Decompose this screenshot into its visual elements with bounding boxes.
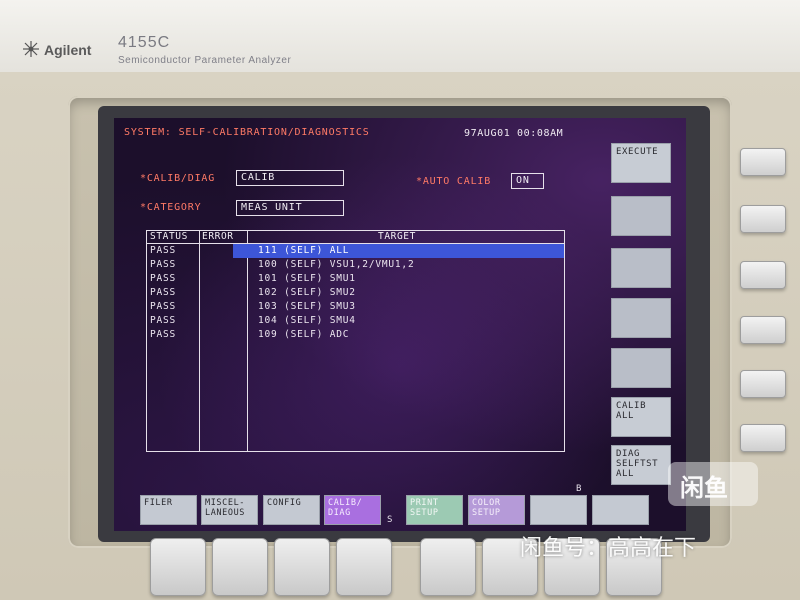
row-target: 109 (SELF) ADC (258, 329, 350, 340)
hardware-bottom-key-3[interactable] (274, 538, 330, 596)
row-target: 101 (SELF) SMU1 (258, 273, 356, 284)
hardware-bottom-key-2[interactable] (212, 538, 268, 596)
calib-diag-field[interactable]: CALIB (236, 170, 344, 186)
date-time-readout: 97AUG01 00:08AM (464, 128, 564, 139)
hardware-bottom-key-4[interactable] (336, 538, 392, 596)
softkey-blank-bottom-8[interactable] (592, 495, 649, 525)
row-status: PASS (150, 301, 177, 312)
row-target: 100 (SELF) VSU1,2/VMU1,2 (258, 259, 415, 270)
table-row[interactable]: PASS 103 (SELF) SMU3 (147, 300, 564, 314)
row-status: PASS (150, 315, 177, 326)
softkey-blank-5[interactable] (611, 348, 671, 388)
softkey-diag-selftest-all[interactable]: DIAG SELFTST ALL (611, 445, 671, 485)
softkey-calib-all[interactable]: CALIB ALL (611, 397, 671, 437)
hardware-softkey-5[interactable] (740, 370, 786, 398)
auto-calib-field[interactable]: ON (511, 173, 544, 189)
softkey-filer[interactable]: FILER (140, 495, 197, 525)
scroll-marker-left: S (387, 515, 393, 525)
category-field[interactable]: MEAS UNIT (236, 200, 344, 216)
row-status: PASS (150, 329, 177, 340)
screen-title: SYSTEM: SELF-CALIBRATION/DIAGNOSTICS (124, 127, 370, 138)
watermark-caption: 闲鱼号：高高在下 (520, 536, 697, 561)
model-number: 4155C (118, 34, 171, 51)
table-row[interactable]: PASS 104 (SELF) SMU4 (147, 314, 564, 328)
table-row[interactable]: PASS 111 (SELF) ALL (147, 244, 564, 258)
hardware-softkey-6[interactable] (740, 424, 786, 452)
watermark-logo-text: 闲鱼 (680, 474, 728, 502)
calibration-results-table: STATUS ERROR TARGET PASS 111 (SELF) ALL … (146, 230, 565, 452)
softkey-blank-4[interactable] (611, 298, 671, 338)
softkey-calib-diag[interactable]: CALIB/ DIAG (324, 495, 381, 525)
row-status: PASS (150, 259, 177, 270)
scroll-marker-right: B (576, 484, 582, 494)
softkey-miscellaneous[interactable]: MISCEL- LANEOUS (201, 495, 258, 525)
target-column-header: TARGET (378, 231, 416, 242)
table-row[interactable]: PASS 102 (SELF) SMU2 (147, 286, 564, 300)
softkey-execute[interactable]: EXECUTE (611, 143, 671, 183)
auto-calib-label: *AUTO CALIB (416, 176, 492, 187)
table-row[interactable]: PASS 109 (SELF) ADC (147, 328, 564, 342)
hardware-softkey-1[interactable] (740, 148, 786, 176)
display-screen: SYSTEM: SELF-CALIBRATION/DIAGNOSTICS 97A… (114, 118, 686, 531)
softkey-color-setup[interactable]: COLOR SETUP (468, 495, 525, 525)
softkey-config[interactable]: CONFIG (263, 495, 320, 525)
category-label: *CATEGORY (140, 202, 202, 213)
calib-diag-label: *CALIB/DIAG (140, 173, 216, 184)
hardware-softkey-2[interactable] (740, 205, 786, 233)
row-status: PASS (150, 273, 177, 284)
table-row[interactable]: PASS 101 (SELF) SMU1 (147, 272, 564, 286)
row-target: 102 (SELF) SMU2 (258, 287, 356, 298)
row-target: 111 (SELF) ALL (258, 245, 350, 256)
hardware-softkey-3[interactable] (740, 261, 786, 289)
row-status: PASS (150, 287, 177, 298)
agilent-spark-icon (23, 41, 39, 57)
row-status: PASS (150, 245, 177, 256)
softkey-blank-2[interactable] (611, 196, 671, 236)
row-target: 104 (SELF) SMU4 (258, 315, 356, 326)
row-target: 103 (SELF) SMU3 (258, 301, 356, 312)
error-column-header: ERROR (202, 231, 234, 242)
instrument-header: Agilent 4155C Semiconductor Parameter An… (0, 0, 800, 75)
softkey-print-setup[interactable]: PRINT SETUP (406, 495, 463, 525)
table-row[interactable]: PASS 100 (SELF) VSU1,2/VMU1,2 (147, 258, 564, 272)
hardware-bottom-key-1[interactable] (150, 538, 206, 596)
softkey-blank-3[interactable] (611, 248, 671, 288)
hardware-softkey-4[interactable] (740, 316, 786, 344)
status-column-header: STATUS (150, 231, 188, 242)
brand-name: Agilent (44, 42, 92, 58)
hardware-bottom-key-5[interactable] (420, 538, 476, 596)
softkey-blank-bottom-7[interactable] (530, 495, 587, 525)
model-description: Semiconductor Parameter Analyzer (118, 55, 292, 66)
